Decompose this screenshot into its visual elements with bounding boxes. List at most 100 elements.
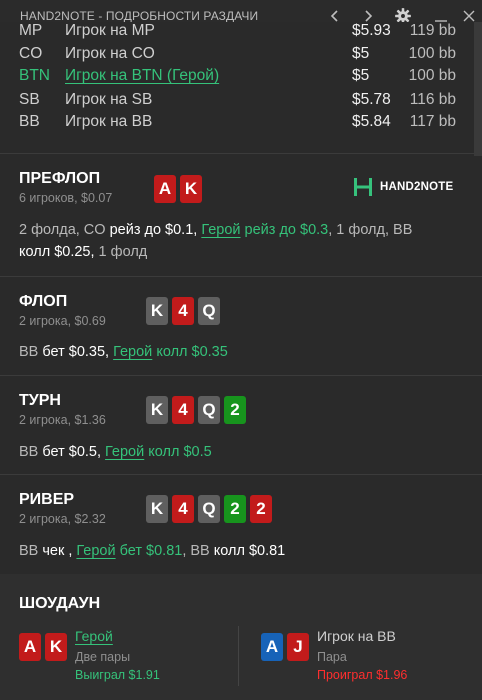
action-text: бет $0.35, (38, 344, 114, 360)
showdown-section: ШОУДАУН A K Герой Две пары Выиграл $1.91… (0, 574, 482, 700)
action-text: 2 фолда, CO (19, 222, 106, 238)
seat-stack: $5 (352, 45, 370, 62)
seat-bb: 100 bb (408, 45, 456, 62)
villain-result: Проиграл $1.96 (317, 668, 408, 682)
card: 4 (172, 297, 194, 325)
card: 4 (172, 396, 194, 424)
river-title: РИВЕР (19, 491, 75, 508)
action-text: , BB (182, 543, 210, 559)
preflop-hero-cards: A K (154, 175, 202, 203)
hero-hole-cards: A K (19, 633, 67, 661)
action-text: колл $0.5 (144, 444, 212, 460)
flop-subtitle: 2 игрока, $0.69 (19, 314, 106, 328)
seat-stack: $5.93 (352, 22, 391, 39)
hero-link[interactable]: Герой (113, 344, 152, 360)
villain-name[interactable]: Игрок на BB (317, 628, 396, 644)
turn-title: ТУРН (19, 392, 61, 409)
card: 2 (224, 495, 246, 523)
action-text: колл $0.35 (152, 344, 228, 360)
card: 4 (172, 495, 194, 523)
seat-stack: $5.84 (352, 113, 391, 130)
hero-hand-rank: Две пары (75, 650, 131, 664)
river-board-cards: K 4 Q 2 2 (146, 495, 272, 523)
seat-position: SB (19, 91, 40, 108)
seat-bb: 116 bb (409, 91, 456, 108)
villain-hand-rank: Пара (317, 650, 347, 664)
action-text: бет $0.5, (38, 444, 106, 460)
river-subtitle: 2 игрока, $2.32 (19, 512, 106, 526)
seat-player-name[interactable]: Игрок на MP (65, 22, 155, 40)
hero-result: Выиграл $1.91 (75, 668, 160, 682)
action-text: BB (19, 543, 39, 559)
seats-table: MP Игрок на MP $5.93 119 bb CO Игрок на … (0, 22, 482, 154)
card: A (154, 175, 176, 203)
flop-actions: BB бет $0.35, Герой колл $0.35 (19, 341, 467, 363)
seat-player-name[interactable]: Игрок на CO (65, 45, 155, 63)
flop-title: ФЛОП (19, 293, 68, 310)
chevron-left-icon (330, 10, 338, 22)
seat-player-name[interactable]: Игрок на SB (65, 91, 152, 109)
card: K (146, 495, 168, 523)
seat-row: SB Игрок на SB $5.78 116 bb (0, 91, 482, 111)
seat-position: BB (19, 113, 40, 130)
card: Q (198, 495, 220, 523)
seat-position: MP (19, 22, 43, 39)
preflop-actions: 2 фолда, CO рейз до $0.1, Герой рейз до … (19, 219, 467, 263)
showdown-title: ШОУДАУН (19, 595, 101, 612)
hand2note-logo: HAND2NOTE (352, 176, 453, 198)
seat-position: CO (19, 45, 43, 62)
river-actions: BB чек , Герой бет $0.81, BB колл $0.81 (19, 540, 467, 562)
card: A (19, 633, 41, 661)
hero-link[interactable]: Герой (76, 543, 115, 559)
turn-board-cards: K 4 Q 2 (146, 396, 246, 424)
card: K (146, 396, 168, 424)
preflop-subtitle: 6 игроков, $0.07 (19, 191, 113, 205)
seat-bb: 100 bb (408, 67, 456, 84)
card: K (146, 297, 168, 325)
seat-stack: $5.78 (352, 91, 391, 108)
flop-board-cards: K 4 Q (146, 297, 220, 325)
action-text: 1 фолд (98, 244, 148, 260)
seat-row-hero: BTN Игрок на BTN (Герой) $5 100 bb (0, 67, 482, 87)
card: A (261, 633, 283, 661)
card: Q (198, 396, 220, 424)
card: Q (198, 297, 220, 325)
seat-row: MP Игрок на MP $5.93 119 bb (0, 22, 482, 42)
scrollbar[interactable] (474, 22, 482, 156)
card: K (45, 633, 67, 661)
card: J (287, 633, 309, 661)
action-text: , 1 фолд, BB (328, 222, 413, 238)
close-icon (463, 10, 475, 22)
hero-link[interactable]: Герой (201, 222, 240, 238)
action-text: чек , (38, 543, 77, 559)
seat-stack: $5 (352, 67, 370, 84)
card: 2 (250, 495, 272, 523)
seat-row: BB Игрок на BB $5.84 117 bb (0, 113, 482, 133)
hand2note-logo-text: HAND2NOTE (380, 181, 454, 193)
turn-subtitle: 2 игрока, $1.36 (19, 413, 106, 427)
preflop-title: ПРЕФЛОП (19, 170, 101, 187)
seat-bb: 119 bb (409, 22, 456, 39)
action-text: рейз до $0.1, (105, 222, 202, 238)
seat-position: BTN (19, 67, 50, 84)
action-text: BB (19, 444, 39, 460)
card: 2 (224, 396, 246, 424)
seat-player-name[interactable]: Игрок на BTN (Герой) (65, 67, 219, 85)
seat-bb: 117 bb (409, 113, 456, 130)
action-text: рейз до $0.3 (240, 222, 329, 238)
action-text: BB (19, 344, 39, 360)
seat-row: CO Игрок на CO $5 100 bb (0, 45, 482, 65)
window-title: HAND2NOTE - ПОДРОБНОСТИ РАЗДАЧИ (20, 9, 259, 23)
minimize-icon (435, 20, 447, 22)
hero-link[interactable]: Герой (105, 444, 144, 460)
action-text: колл $0.25, (19, 244, 99, 260)
hero-name-link[interactable]: Герой (75, 628, 113, 644)
turn-actions: BB бет $0.5, Герой колл $0.5 (19, 441, 467, 463)
showdown-divider (238, 626, 239, 686)
card: K (180, 175, 202, 203)
seat-player-name[interactable]: Игрок на BB (65, 113, 152, 131)
chevron-right-icon (365, 10, 373, 22)
hand2note-logo-icon (354, 178, 372, 196)
action-text: колл $0.81 (209, 543, 286, 559)
villain-hole-cards: A J (261, 633, 309, 661)
